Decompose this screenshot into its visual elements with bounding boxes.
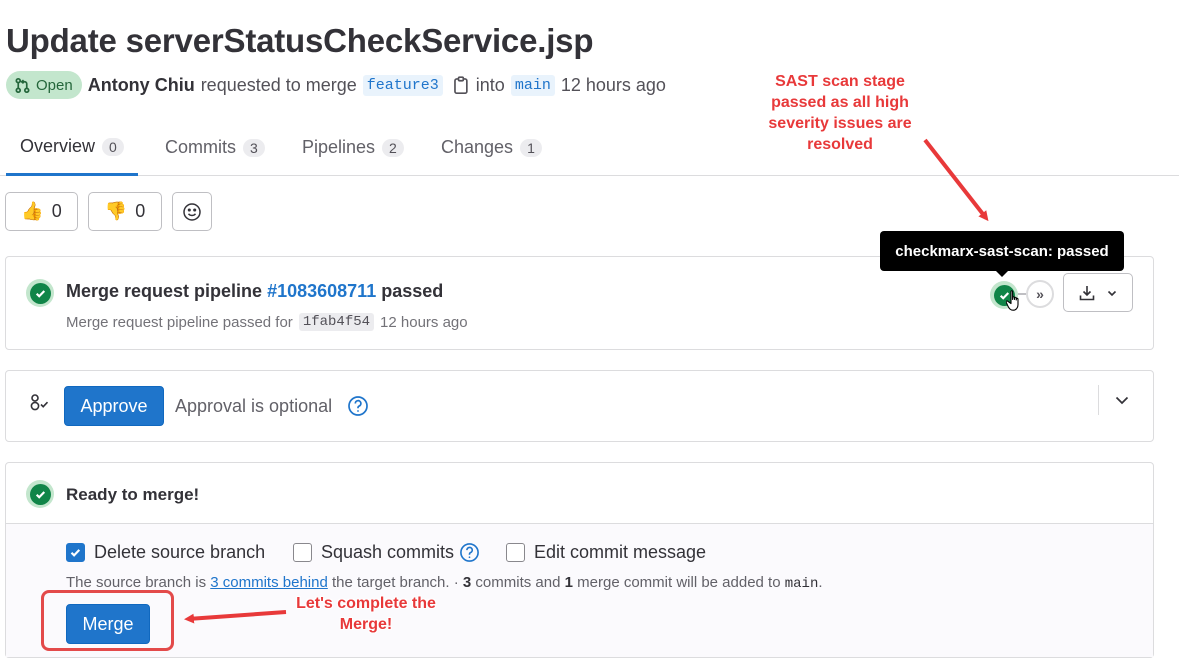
edit-commit-message-checkbox[interactable] [506,543,525,562]
thumbs-up-button[interactable]: 👍 0 [5,192,78,231]
merge-status-title: Ready to merge! [66,485,200,504]
squash-commits-option[interactable]: Squash commits [293,542,480,563]
action-text: requested to merge [200,74,357,95]
commits-behind-info: The source branch is 3 commits behind th… [66,574,823,592]
divider [1098,385,1099,415]
page-title: Update serverStatusCheckService.jsp [6,22,594,59]
pipeline-status-word: passed [381,281,444,301]
merge-request-icon [15,77,30,93]
merge-commit-count: 1 [564,574,573,591]
tooltip-arrow [995,270,1009,277]
status-label: Open [36,76,73,94]
edit-commit-message-label: Edit commit message [534,542,707,562]
mr-tabs: Overview 0 Commits 3 Pipelines 2 Changes… [0,120,1179,176]
pipeline-time: 12 hours ago [380,313,468,331]
squash-commits-checkbox[interactable] [293,543,312,562]
pipeline-title: Merge request pipeline #1083608711 passe… [66,281,443,302]
source-branch[interactable]: feature3 [362,74,443,96]
pipeline-title-prefix: Merge request pipeline [66,281,263,301]
help-icon[interactable] [459,542,480,563]
merge-options: Delete source branch Squash commits Edit… [6,523,1153,657]
target-branch-name: main [784,576,819,592]
tab-overview[interactable]: Overview 0 [6,120,138,176]
tab-pipelines[interactable]: Pipelines 2 [288,120,418,175]
commits-behind-link[interactable]: 3 commits behind [210,574,328,591]
merge-button-highlight [41,590,174,651]
merge-widget: Ready to merge! Delete source branch Squ… [5,462,1154,658]
pipeline-id-link[interactable]: #1083608711 [267,281,376,301]
tab-label: Changes [441,137,514,157]
author-link[interactable]: Antony Chiu [88,75,195,96]
tab-label: Pipelines [302,137,376,157]
delete-source-branch-label: Delete source branch [94,542,266,562]
merge-annotation: Let's complete the Merge! [296,595,436,633]
delete-source-branch-checkbox[interactable] [66,543,85,562]
tab-count: 0 [102,137,124,156]
pipeline-subtitle-text: Merge request pipeline passed for [66,313,293,331]
hand-cursor-icon [1006,290,1019,311]
commit-count: 3 [462,574,472,591]
copy-icon[interactable] [453,75,470,95]
delete-source-branch-option[interactable]: Delete source branch [66,542,265,563]
next-stage-icon[interactable]: » [1026,280,1054,308]
mr-meta: Open Antony Chiu requested to merge feat… [6,70,666,100]
thumbs-down-button[interactable]: 👎 0 [88,192,162,231]
edit-commit-message-option[interactable]: Edit commit message [506,542,706,563]
help-icon[interactable] [347,395,369,417]
smiley-icon [183,202,201,221]
thumbs-up-icon: 👍 [21,201,44,221]
download-icon [1079,285,1095,300]
approval-optional-text: Approval is optional [175,396,333,416]
thumbs-down-icon: 👎 [104,201,128,221]
stage-tooltip: checkmarx-sast-scan: passed [880,231,1124,271]
commit-sha[interactable]: 1fab4f54 [298,313,375,331]
tab-count: 3 [243,138,265,157]
approval-widget: Approve Approval is optional [5,370,1154,442]
tab-label: Overview [20,136,96,156]
thumbs-up-count: 0 [51,201,62,221]
behind-prefix: The source branch is [66,574,207,591]
behind-mid: the target branch. · [331,574,459,591]
into-text: into [475,74,505,95]
tab-count: 1 [520,138,542,157]
approvers-icon [30,394,49,411]
status-badge: Open [6,71,82,99]
download-artifacts-button[interactable] [1063,273,1133,312]
merge-ready-status-icon [26,480,54,508]
squash-commits-label: Squash commits [321,542,455,562]
sast-annotation: SAST scan stage passed as all high sever… [768,73,912,153]
merge-commit-suffix: merge commit will be added to [577,574,781,591]
pipeline-status-icon[interactable] [26,279,54,307]
add-reaction-button[interactable] [172,192,212,231]
tab-changes[interactable]: Changes 1 [427,120,556,175]
time-ago: 12 hours ago [560,74,666,95]
approve-button[interactable]: Approve [64,386,164,426]
tab-label: Commits [165,137,236,157]
thumbs-down-count: 0 [135,201,146,221]
pipeline-subtitle: Merge request pipeline passed for 1fab4f… [66,313,468,331]
tab-commits[interactable]: Commits 3 [151,120,279,175]
chevron-down-icon [1107,290,1117,296]
expand-chevron-icon[interactable] [1113,391,1131,409]
period: . [818,574,823,591]
target-branch[interactable]: main [510,74,555,96]
commits-and-text: commits and [475,574,561,591]
tab-count: 2 [382,138,404,157]
